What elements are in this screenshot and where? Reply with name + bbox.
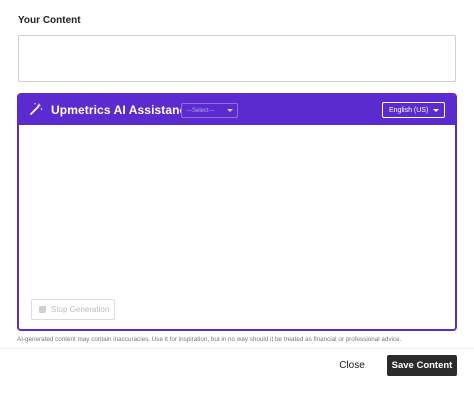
ai-prompt-select-value: ---Select--- <box>186 107 215 114</box>
ai-output-area: Stop Generation <box>19 125 455 329</box>
chevron-down-icon <box>227 109 233 112</box>
language-select-value: English (US) <box>389 106 429 114</box>
save-content-button[interactable]: Save Content <box>387 355 457 376</box>
ai-assistance-panel: Upmetrics AI Assistance ---Select--- Eng… <box>17 93 457 331</box>
footer-divider <box>0 348 474 349</box>
your-content-label: Your Content <box>18 15 81 26</box>
close-button[interactable]: Close <box>333 356 371 376</box>
ai-assistance-title: Upmetrics AI Assistance <box>51 103 194 117</box>
language-select[interactable]: English (US) <box>382 102 445 118</box>
your-content-input[interactable] <box>18 35 456 82</box>
stop-square-icon <box>39 306 46 313</box>
ai-disclaimer: AI-generated content may contain inaccur… <box>17 336 402 343</box>
ai-prompt-select[interactable]: ---Select--- <box>181 103 238 118</box>
magic-wand-icon <box>29 102 43 116</box>
stop-generation-label: Stop Generation <box>51 305 110 314</box>
chevron-down-icon <box>433 109 439 112</box>
ai-assistance-header: Upmetrics AI Assistance ---Select--- Eng… <box>19 95 455 125</box>
stop-generation-button[interactable]: Stop Generation <box>31 299 115 320</box>
content-editor-dialog: Your Content Upmetrics AI Assistance ---… <box>0 0 474 394</box>
